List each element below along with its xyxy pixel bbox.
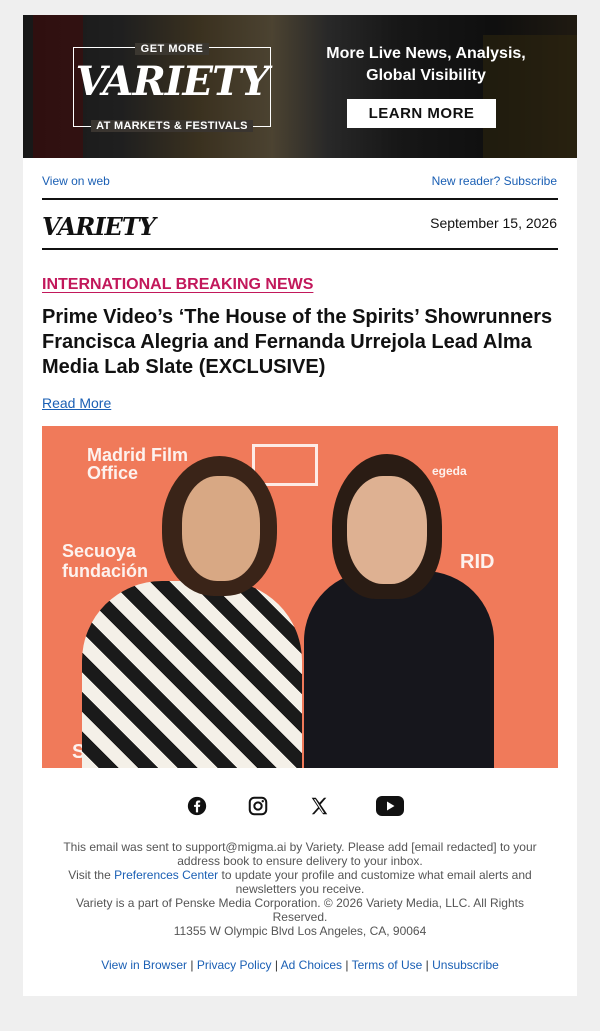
badge-bottom-text: AT MARKETS & FESTIVALS	[91, 120, 253, 132]
learn-more-button[interactable]: LEARN MORE	[347, 99, 496, 128]
variety-logo: VARIETY	[75, 58, 270, 105]
view-in-browser-link[interactable]: View in Browser	[101, 958, 187, 972]
person-right-face	[347, 476, 427, 584]
x-icon[interactable]	[307, 795, 331, 817]
person-right	[304, 571, 494, 768]
variety-markets-badge: GET MORE VARIETY AT MARKETS & FESTIVALS	[73, 43, 271, 132]
youtube-icon[interactable]	[375, 795, 405, 817]
footer-preferences: Visit the Preferences Center to update y…	[68, 868, 532, 896]
egeda-logo: egeda	[432, 464, 467, 478]
instagram-icon[interactable]	[246, 795, 270, 817]
preferences-center-link[interactable]: Preferences Center	[114, 868, 218, 882]
person-left	[82, 581, 302, 768]
view-on-web-link[interactable]: View on web	[42, 174, 110, 188]
banner-tagline: More Live News, Analysis, Global Visibil…	[326, 45, 526, 84]
article-headline[interactable]: Prime Video’s ‘The House of the Spirits’…	[42, 305, 562, 380]
ad-choices-link[interactable]: Ad Choices	[281, 958, 342, 972]
divider	[42, 198, 558, 200]
article-hero-image[interactable]: Madrid Film Office egeda Secuoya fundaci…	[42, 426, 558, 768]
unsubscribe-link[interactable]: Unsubscribe	[432, 958, 499, 972]
email-container: GET MORE VARIETY AT MARKETS & FESTIVALS …	[23, 15, 577, 996]
terms-of-use-link[interactable]: Terms of Use	[352, 958, 423, 972]
footer-notice: This email was sent to support@migma.ai …	[63, 840, 537, 868]
footer-copyright: Variety is a part of Penske Media Corpor…	[76, 896, 524, 924]
person-left-face	[182, 476, 260, 581]
promo-banner[interactable]: GET MORE VARIETY AT MARKETS & FESTIVALS …	[23, 15, 577, 158]
issue-date: September 15, 2026	[430, 215, 557, 231]
footer-address: 11355 W Olympic Blvd Los Angeles, CA, 90…	[173, 924, 427, 938]
read-more-link[interactable]: Read More	[42, 395, 111, 411]
facebook-icon[interactable]	[185, 795, 209, 817]
subscribe-link[interactable]: New reader? Subscribe	[432, 174, 557, 188]
badge-top-text: GET MORE	[134, 43, 210, 55]
madrid-text: RID	[460, 551, 495, 573]
footer-links: View in Browser | Privacy Policy | Ad Ch…	[101, 958, 499, 972]
divider	[42, 248, 558, 250]
masthead-logo[interactable]: VARIETY	[42, 212, 156, 241]
secuoya-logo: Secuoya fundación	[62, 541, 148, 581]
privacy-policy-link[interactable]: Privacy Policy	[197, 958, 272, 972]
section-kicker[interactable]: INTERNATIONAL BREAKING NEWS	[42, 276, 313, 294]
